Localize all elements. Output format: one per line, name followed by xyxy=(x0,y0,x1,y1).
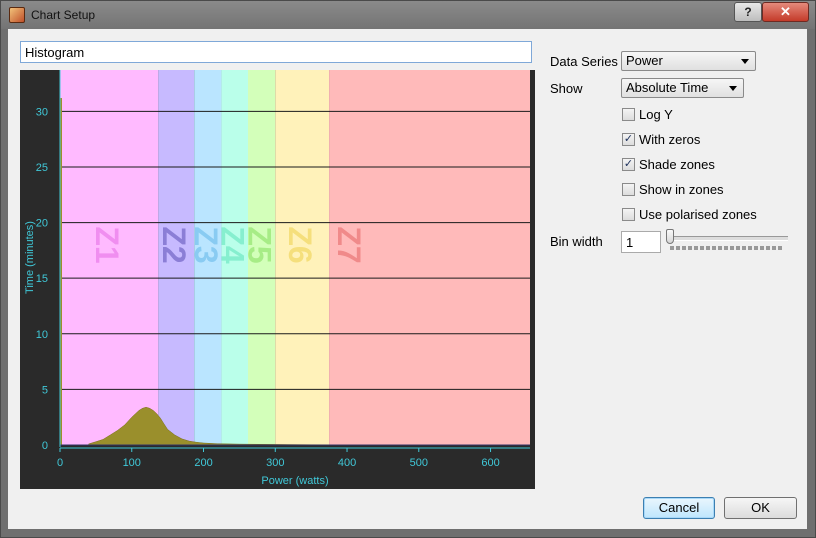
with-zeros-label: With zeros xyxy=(639,132,701,147)
data-series-select[interactable]: Power xyxy=(621,51,756,71)
show-select[interactable]: Absolute Time xyxy=(621,78,744,98)
chevron-down-icon xyxy=(741,59,749,64)
y-axis-label: Time (minutes) xyxy=(24,221,36,294)
show-label: Show xyxy=(550,81,583,96)
log-y-label: Log Y xyxy=(639,107,673,122)
show-in-zones-checkbox[interactable] xyxy=(622,183,635,196)
x-axis-label: Power (watts) xyxy=(261,475,328,487)
shade-zones-label: Shade zones xyxy=(639,157,715,172)
window-title: Chart Setup xyxy=(31,8,96,22)
close-button[interactable]: ✕ xyxy=(762,2,809,22)
data-series-label: Data Series xyxy=(550,54,618,69)
y-tick-label: 0 xyxy=(42,440,48,452)
zone-label-z1: Z1 xyxy=(89,226,125,263)
x-tick-label: 100 xyxy=(123,457,141,469)
bin-width-input[interactable]: 1 xyxy=(621,231,661,253)
use-polarised-zones-label: Use polarised zones xyxy=(639,207,757,222)
log-y-checkbox[interactable] xyxy=(622,108,635,121)
cancel-button[interactable]: Cancel xyxy=(643,497,715,519)
shade-zones-checkbox[interactable]: ✓ xyxy=(622,158,635,171)
dialog-body: Z1Z2Z3Z4Z5Z6Z701002003004005006000510152… xyxy=(8,29,807,529)
x-tick-label: 600 xyxy=(481,457,499,469)
y-tick-label: 25 xyxy=(36,162,48,174)
bin-width-slider-ticks xyxy=(670,246,784,250)
data-series-value: Power xyxy=(626,53,663,68)
bin-width-slider-track[interactable] xyxy=(666,236,788,241)
zone-label-z2: Z2 xyxy=(156,226,192,263)
y-tick-label: 5 xyxy=(42,384,48,396)
chart-plot: Z1 Z2Z3Z4Z5 Z6 Z70 100 200 300 400 500 6000510152… xyxy=(24,70,530,487)
x-tick-label: 200 xyxy=(194,457,212,469)
zone-label-z6: Z6 xyxy=(282,226,318,263)
y-tick-label: 10 xyxy=(36,329,48,341)
ok-button[interactable]: OK xyxy=(724,497,797,519)
title-bar[interactable]: Chart Setup ? ✕ xyxy=(1,1,815,29)
y-tick-label: 15 xyxy=(36,273,48,285)
bin-width-label: Bin width xyxy=(550,234,603,249)
help-button[interactable]: ? xyxy=(734,2,762,22)
y-tick-label: 20 xyxy=(36,218,48,230)
x-tick-label: 300 xyxy=(266,457,284,469)
y-tick-label: 30 xyxy=(36,106,48,118)
bin-width-slider-handle[interactable] xyxy=(666,229,674,244)
show-in-zones-label: Show in zones xyxy=(639,182,724,197)
x-tick-label: 0 xyxy=(57,457,63,469)
zone-label-z7: Z7 xyxy=(331,226,367,263)
histogram-chart: Z1 Z2 Z3 Z4 Z5 Z6 Z7 0 100 200 300 400 500 600 0 5 10 15 2… xyxy=(20,70,535,489)
show-value: Absolute Time xyxy=(626,80,709,95)
x-tick-label: 400 xyxy=(338,457,356,469)
use-polarised-zones-checkbox[interactable] xyxy=(622,208,635,221)
chevron-down-icon xyxy=(729,86,737,91)
app-icon xyxy=(9,7,25,23)
with-zeros-checkbox[interactable]: ✓ xyxy=(622,133,635,146)
zone-label-z5: Z5 xyxy=(242,226,278,263)
dialog-window: Chart Setup ? ✕ Z1Z2Z3Z4Z5Z6Z70100200300… xyxy=(0,0,816,538)
x-tick-label: 500 xyxy=(410,457,428,469)
chart-title-input[interactable] xyxy=(20,41,532,63)
